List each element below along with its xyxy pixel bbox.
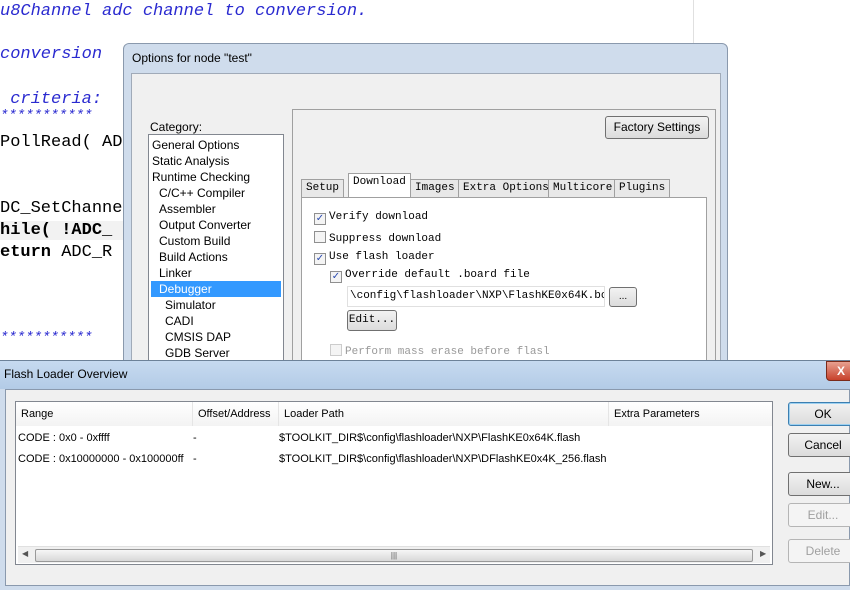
category-item[interactable]: CMSIS DAP	[151, 329, 281, 345]
suppress-download-checkbox[interactable]: Suppress download	[314, 231, 441, 245]
scrollbar-thumb[interactable]: |||	[35, 549, 753, 562]
edit-board-button[interactable]: Edit...	[347, 310, 397, 331]
flash-loader-body: Range Offset/Address Loader Path Extra P…	[5, 389, 850, 586]
tab-setup[interactable]: Setup	[301, 179, 345, 197]
checkbox-icon	[330, 344, 342, 356]
edit-button[interactable]: Edit...	[788, 503, 850, 527]
category-item[interactable]: GDB Server	[151, 345, 281, 361]
browse-button[interactable]: ...	[609, 287, 637, 307]
code-line: criteria:	[0, 90, 113, 109]
board-file-input[interactable]: \config\flashloader\NXP\FlashKE0x64K.boa…	[347, 286, 605, 307]
new-button[interactable]: New...	[788, 472, 850, 496]
category-item[interactable]: Custom Build	[151, 233, 281, 249]
close-icon: X	[836, 364, 845, 378]
category-item[interactable]: Static Analysis	[151, 153, 281, 169]
use-flash-loader-checkbox[interactable]: ✓ Use flash loader	[314, 251, 435, 265]
table-cell[interactable]: -	[193, 432, 197, 444]
delete-button[interactable]: Delete	[788, 539, 850, 563]
column-header-loader-path[interactable]: Loader Path	[279, 402, 609, 426]
verify-download-label: Verify download	[329, 211, 429, 223]
category-item[interactable]: Debugger	[151, 281, 281, 297]
category-item[interactable]: C/C++ Compiler	[151, 185, 281, 201]
scroll-right-icon[interactable]: ▶	[760, 549, 766, 558]
override-board-checkbox[interactable]: ✓ Override default .board file	[330, 269, 530, 283]
category-list[interactable]: General Options Static Analysis Runtime Ch…	[148, 134, 284, 374]
category-item[interactable]: Output Converter	[151, 217, 281, 233]
code-line: conversion	[0, 45, 113, 64]
code-line: DC_SetChanne	[0, 199, 123, 218]
category-item[interactable]: General Options	[151, 137, 281, 153]
options-dialog: Options for node "test" Category: Genera…	[123, 43, 728, 377]
horizontal-scrollbar[interactable]: ◀ ||| ▶	[18, 546, 770, 563]
table-cell[interactable]: -	[193, 453, 197, 465]
column-header-range[interactable]: Range	[16, 402, 193, 426]
use-flash-loader-label: Use flash loader	[329, 251, 435, 263]
mass-erase-checkbox[interactable]: Perform mass erase before flasl	[330, 344, 550, 358]
flash-loader-list[interactable]: Range Offset/Address Loader Path Extra P…	[15, 401, 773, 565]
tab-multicore[interactable]: Multicore	[548, 179, 618, 197]
column-header-offset[interactable]: Offset/Address	[193, 402, 279, 426]
tab-extra-options[interactable]: Extra Options	[458, 179, 554, 197]
code-line: PollRead( AD	[0, 133, 123, 152]
cancel-button[interactable]: Cancel	[788, 433, 850, 457]
checkmark-icon: ✓	[314, 253, 326, 265]
category-item[interactable]: Runtime Checking	[151, 169, 281, 185]
category-item[interactable]: CADI	[151, 313, 281, 329]
factory-settings-button[interactable]: Factory Settings	[605, 116, 709, 139]
table-cell[interactable]: CODE : 0x10000000 - 0x100000ff	[18, 453, 184, 465]
tab-download[interactable]: Download	[348, 173, 411, 198]
ok-button[interactable]: OK	[788, 402, 850, 426]
checkbox-icon	[314, 231, 326, 243]
settings-panel: Factory Settings Setup Download Images E…	[292, 109, 716, 377]
table-cell[interactable]: CODE : 0x0 - 0xffff	[18, 432, 110, 444]
category-item[interactable]: Build Actions	[151, 249, 281, 265]
download-tab-content: ✓ Verify download Suppress download ✓ Use …	[301, 197, 707, 377]
flash-loader-title: Flash Loader Overview	[4, 367, 128, 381]
code-line: u8Channel adc channel to conversion.	[0, 2, 368, 21]
code-line: ***********	[0, 108, 93, 124]
override-board-label: Override default .board file	[345, 269, 530, 281]
scroll-left-icon[interactable]: ◀	[22, 549, 28, 558]
category-item[interactable]: Assembler	[151, 201, 281, 217]
checkmark-icon: ✓	[330, 271, 342, 283]
tab-images[interactable]: Images	[410, 179, 460, 197]
dialog-body: Category: General Options Static Analysis…	[131, 73, 721, 377]
table-cell[interactable]: $TOOLKIT_DIR$\config\flashloader\NXP\DFl…	[279, 453, 607, 465]
suppress-download-label: Suppress download	[329, 233, 442, 245]
checkmark-icon: ✓	[314, 213, 326, 225]
code-line: ***********	[0, 330, 93, 346]
verify-download-checkbox[interactable]: ✓ Verify download	[314, 211, 428, 225]
tab-plugins[interactable]: Plugins	[614, 179, 671, 197]
table-cell[interactable]: $TOOLKIT_DIR$\config\flashloader\NXP\Fla…	[279, 432, 580, 444]
code-line: eturn ADC_R	[0, 243, 113, 262]
category-label: Category:	[150, 120, 203, 134]
category-item[interactable]: Linker	[151, 265, 281, 281]
column-header-extra-parameters[interactable]: Extra Parameters	[609, 402, 772, 426]
code-line: hile( !ADC_	[0, 221, 130, 240]
close-button[interactable]: X	[826, 361, 850, 381]
mass-erase-label: Perform mass erase before flasl	[345, 346, 550, 358]
category-item[interactable]: Simulator	[151, 297, 281, 313]
flash-loader-dialog: Flash Loader Overview X Range Offset/Add…	[0, 360, 850, 590]
dialog-title: Options for node "test"	[132, 51, 252, 65]
